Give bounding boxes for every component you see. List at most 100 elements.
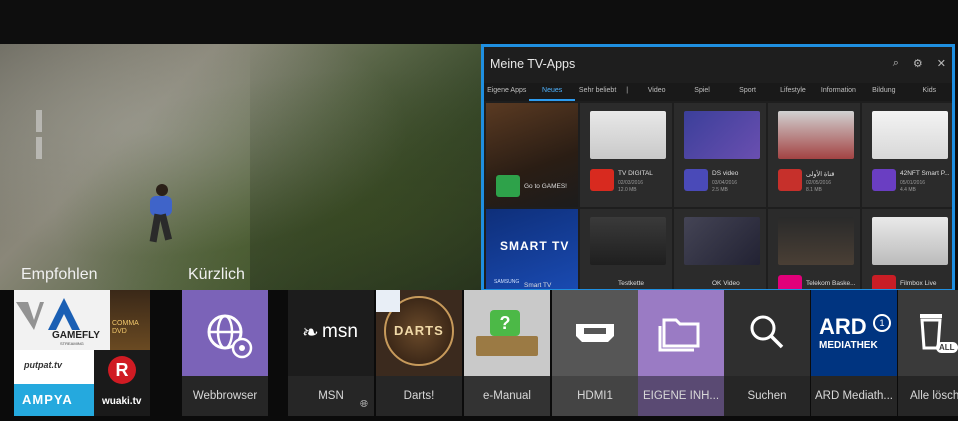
42nft-icon [872,169,896,191]
ampya-banner: AMPYA [14,384,94,416]
tile-size: 8.1 MB [806,187,822,193]
arabic-tv-icon [778,169,802,191]
app-screenshot [684,111,760,159]
tab-sport[interactable]: Sport [725,83,770,101]
app-ard-mediathek[interactable]: ARD 1 MEDIATHEK ARD Mediath... [811,290,897,416]
tile-title: قناة الأولى [806,171,835,178]
app-label: e-Manual [464,376,550,416]
app-tile-telekom-basketball[interactable]: Telekom Baske... [768,209,860,289]
app-screenshot [590,217,666,265]
wuaki-logo-icon: R [108,356,136,384]
app-my-content[interactable]: EIGENE INH... [638,290,724,416]
app-label: MSN [288,376,374,416]
app-label: Alle lösch [898,376,958,416]
gamefly-tile[interactable]: GAMEFLY STREAMING [14,290,110,350]
close-icon[interactable]: ✕ [937,57,946,70]
tile-title: Filmbox Live [900,280,937,287]
commando-label: COMMA DVD [112,320,139,335]
live-video-preview[interactable] [0,44,482,292]
tile-title: DS video [712,170,739,177]
tab-lifestyle[interactable]: Lifestyle [770,83,815,101]
app-tile-ok-video[interactable]: OK Video [674,209,766,289]
app-search[interactable]: Suchen [724,290,810,416]
app-screenshot [872,217,948,265]
tab-video[interactable]: Video [634,83,679,101]
tab-sehr-beliebt[interactable]: Sehr beliebt [575,83,620,101]
tile-date: 02/03/2016 [618,180,644,186]
tv-digital-icon [590,169,614,191]
app-tile-filmbox[interactable]: Filmbox Live [862,209,952,289]
top-bar [0,0,958,44]
panel-title: Meine TV-Apps [490,57,576,71]
tile-size: 4.4 MB [900,187,916,193]
app-label: EIGENE INH... [638,376,724,416]
ds-video-icon [684,169,708,191]
msn-logo-text: msn [322,321,358,342]
tile-date: 03/04/2016 [712,180,738,186]
app-screenshot [872,111,948,159]
folder-icon [638,290,724,376]
tile-title: OK Video [712,280,740,287]
smart-tv-logo: SMART TV [500,239,570,253]
tile-title: TV DIGITAL [618,170,653,177]
app-darts[interactable]: DARTS Darts! [376,290,462,416]
tile-size: 12.0 MB [618,187,637,193]
all-badge: ALL [936,342,958,353]
app-delete-all[interactable]: ALL Alle lösch [898,290,958,416]
app-screenshot [778,111,854,159]
globe-icon [182,290,268,376]
recommended-heading: Empfohlen [21,266,98,283]
app-dock: GAMEFLY STREAMING COMMA DVD putpat.tv AM… [0,290,958,421]
ard-icon: ARD 1 MEDIATHEK [811,290,897,376]
gamefly-sublabel: STREAMING [60,341,84,346]
help-bubble-icon: ? [490,310,520,336]
app-msn[interactable]: ❧ msn MSN 🌐︎ [288,290,374,416]
pause-icon [36,110,56,159]
hdmi-icon [552,290,638,376]
ard-logo-sub: MEDIATHEK [819,340,878,351]
my-tv-apps-panel[interactable]: Meine TV-Apps ⌕ ⚙ ✕ Eigene Apps Neues Se… [481,44,955,292]
msn-logo-icon: ❧ msn [288,290,374,376]
putpat-ampya-tile[interactable]: putpat.tv AMPYA [14,350,94,416]
ampya-label: AMPYA [22,392,73,407]
samsung-logo: SAMSUNG [494,279,520,285]
web-globe-icon: 🌐︎ [360,399,368,410]
tab-bildung[interactable]: Bildung [861,83,906,101]
app-webbrowser[interactable]: Webbrowser [182,290,268,416]
tab-kids[interactable]: Kids [907,83,952,101]
search-icon[interactable]: ⌕ [893,57,899,70]
tab-neues[interactable]: Neues [529,83,575,101]
app-tile-smart-tv[interactable]: SMART TV SAMSUNG Smart TV [486,209,578,289]
app-tile-ds-video[interactable]: DS video 03/04/2016 2.5 MB [674,103,766,207]
search-icon [724,290,810,376]
app-tile-arabic-tv[interactable]: قناة الأولى 02/05/2016 8.1 MB [768,103,860,207]
tile-size: 2.5 MB [712,187,728,193]
app-tile-testkette[interactable]: Testkette [580,209,672,289]
tile-title: Go to GAMES! [524,183,567,190]
app-label: Suchen [724,376,810,416]
app-screenshot [590,111,666,159]
app-label: ARD Mediath... [811,376,897,416]
video-shade [250,44,482,292]
gamefly-label: GAMEFLY [52,330,100,341]
app-label: Webbrowser [182,376,268,416]
wuaki-label: wuaki.tv [102,396,142,407]
app-tile-tv-digital[interactable]: TV DIGITAL 02/03/2016 12.0 MB [580,103,672,207]
app-label: Darts! [376,376,462,416]
ard-logo-text: ARD [819,314,867,339]
tab-eigene-apps[interactable]: Eigene Apps [484,83,529,101]
app-e-manual[interactable]: ? e-Manual [464,290,550,416]
app-tile-games[interactable]: Go to GAMES! [486,103,578,207]
tab-spiel[interactable]: Spiel [679,83,724,101]
gear-icon[interactable]: ⚙ [913,57,923,70]
wuaki-tile[interactable]: R wuaki.tv [94,350,150,416]
tab-information[interactable]: Information [816,83,861,101]
book-icon: ? [464,290,550,376]
panel-toolbar: ⌕ ⚙ ✕ [893,57,946,70]
app-hdmi1[interactable]: HDMI1 [552,290,638,416]
new-badge-icon [376,290,400,312]
app-tile-42nft[interactable]: 42NFT Smart P... 05/01/2016 4.4 MB [862,103,952,207]
app-screenshot [778,217,854,265]
commando-tile[interactable]: COMMA DVD [110,290,150,350]
trash-icon: ALL [898,290,958,376]
